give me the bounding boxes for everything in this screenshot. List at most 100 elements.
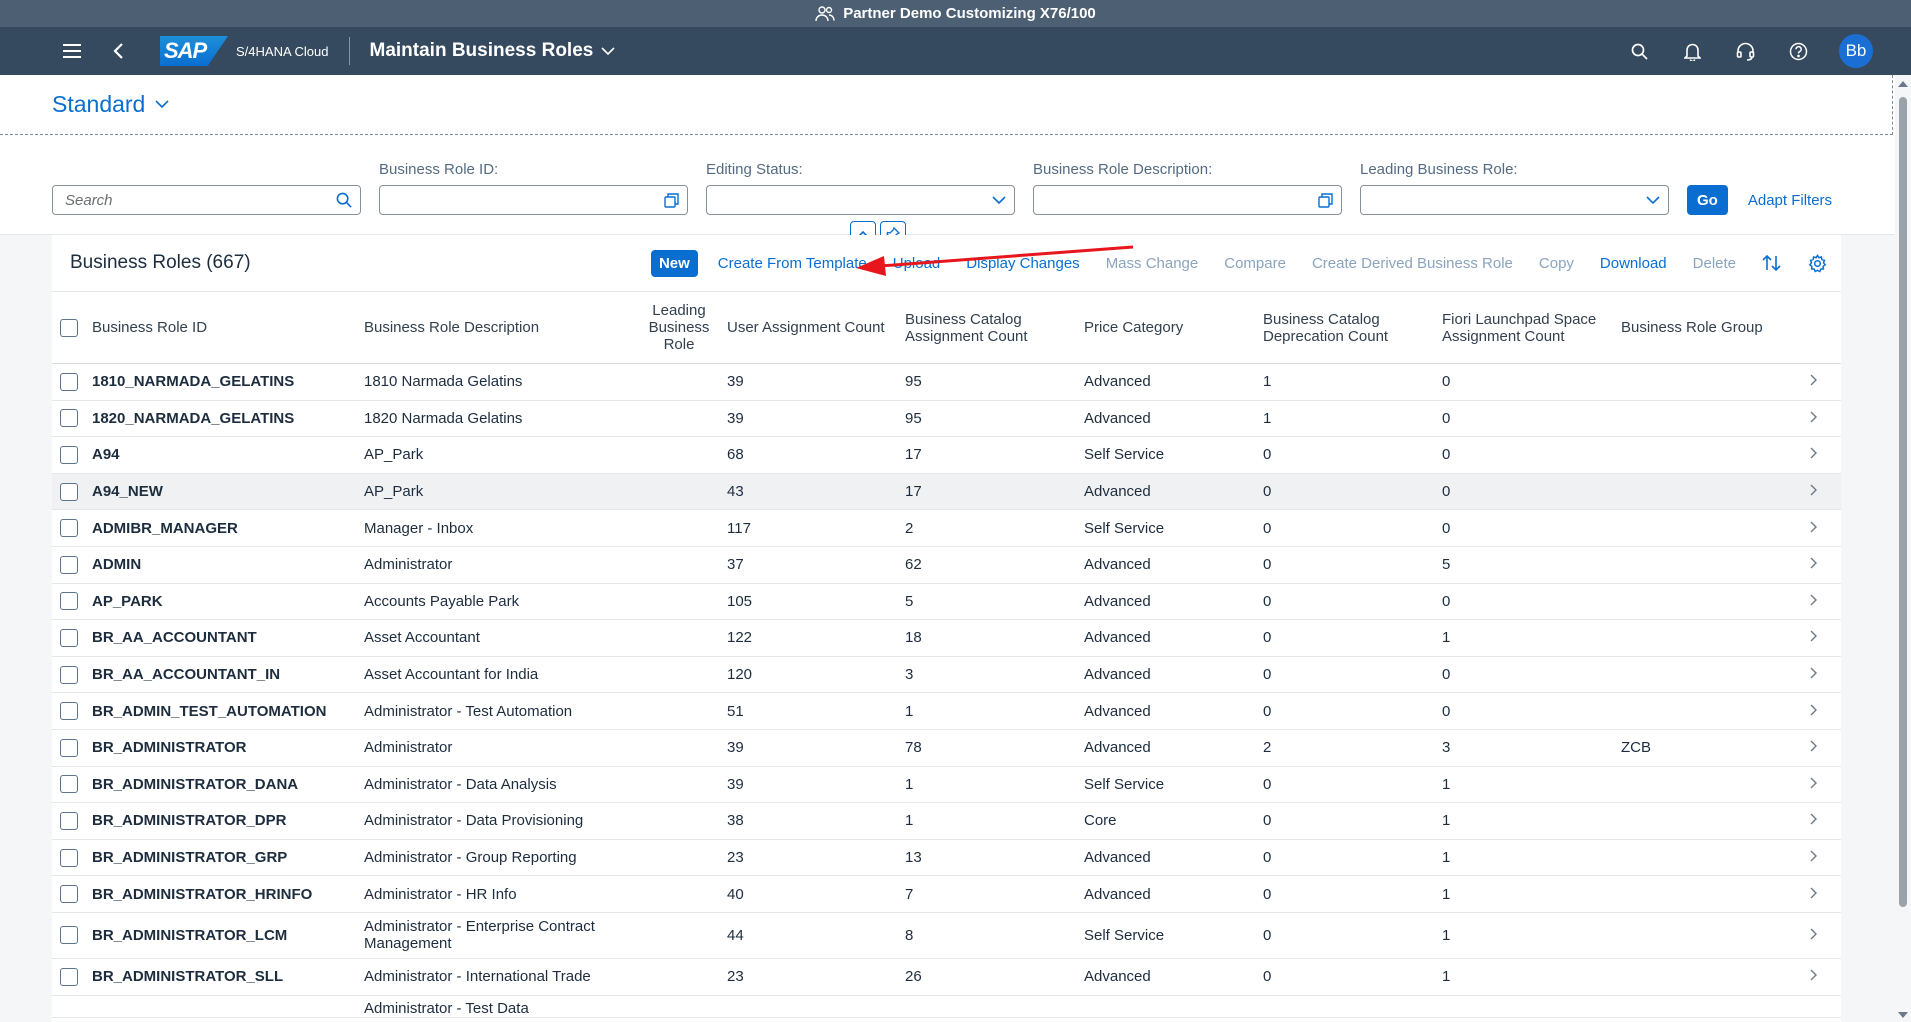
chevron-right-icon[interactable] — [1810, 850, 1818, 862]
row-navigation-cell[interactable] — [1793, 876, 1841, 913]
search-input[interactable]: Search — [52, 185, 361, 215]
table-row[interactable]: ADMIN Administrator 37 62 Advanced 0 5 — [52, 546, 1841, 584]
scroll-up-icon[interactable] — [1898, 81, 1908, 87]
row-checkbox[interactable] — [60, 409, 78, 428]
variant-selector[interactable]: Standard — [0, 75, 1893, 135]
copy-button[interactable]: Copy — [1539, 255, 1574, 272]
chevron-right-icon[interactable] — [1810, 887, 1818, 899]
chevron-right-icon[interactable] — [1810, 484, 1818, 496]
editing-status-select[interactable] — [706, 185, 1015, 215]
row-navigation-cell[interactable] — [1793, 803, 1841, 840]
description-input[interactable] — [1033, 185, 1342, 215]
table-row[interactable]: BR_AA_ACCOUNTANT_IN Asset Accountant for … — [52, 656, 1841, 693]
row-checkbox[interactable] — [60, 665, 78, 684]
cell-business-role-id[interactable]: 1810_NARMADA_GELATINS — [92, 364, 364, 401]
row-checkbox[interactable] — [60, 967, 78, 986]
table-row[interactable]: BR_ADMIN_TEST_AUTOMATION Administrator - … — [52, 693, 1841, 730]
row-checkbox[interactable] — [60, 482, 78, 501]
chevron-right-icon[interactable] — [1810, 813, 1818, 825]
row-navigation-cell[interactable] — [1793, 656, 1841, 693]
table-row[interactable]: 1820_NARMADA_GELATINS 1820 Narmada Gelati… — [52, 400, 1841, 437]
bell-icon[interactable] — [1680, 39, 1704, 63]
row-navigation-cell[interactable] — [1793, 766, 1841, 803]
chevron-right-icon[interactable] — [1810, 374, 1818, 386]
table-row[interactable]: BR_AA_ACCOUNTANT Asset Accountant 122 18 Adv… — [52, 620, 1841, 657]
cell-business-role-id[interactable]: BR_ADMINISTRATOR_GRP — [92, 839, 364, 876]
chevron-right-icon[interactable] — [1810, 969, 1818, 981]
table-row[interactable]: A94_NEW AP_Park 43 17 Advanced 0 0 — [52, 473, 1841, 510]
cell-business-role-id[interactable]: AP_PARK — [92, 583, 364, 620]
search-icon[interactable] — [336, 192, 352, 208]
cell-business-role-id[interactable]: BR_ADMINISTRATOR_SLL — [92, 958, 364, 995]
chevron-right-icon[interactable] — [1810, 740, 1818, 752]
scroll-down-icon[interactable] — [1898, 1012, 1908, 1018]
row-navigation-cell[interactable] — [1793, 364, 1841, 401]
row-navigation-cell[interactable] — [1793, 839, 1841, 876]
col-space-assignment-count[interactable]: Fiori Launchpad Space Assignment Count — [1442, 292, 1621, 364]
adapt-filters-button[interactable]: Adapt Filters — [1748, 185, 1832, 215]
compare-button[interactable]: Compare — [1224, 255, 1286, 272]
row-checkbox[interactable] — [60, 848, 78, 867]
col-deprecation-count[interactable]: Business Catalog Deprecation Count — [1263, 292, 1442, 364]
settings-icon[interactable] — [1808, 253, 1827, 273]
chevron-right-icon[interactable] — [1810, 447, 1818, 459]
cell-business-role-id[interactable]: BR_ADMINISTRATOR_DPR — [92, 803, 364, 840]
user-avatar[interactable]: Bb — [1839, 34, 1873, 68]
leading-role-select[interactable] — [1360, 185, 1669, 215]
chevron-right-icon[interactable] — [1810, 521, 1818, 533]
row-checkbox[interactable] — [60, 445, 78, 464]
row-navigation-cell[interactable] — [1793, 437, 1841, 474]
chevron-right-icon[interactable] — [1810, 777, 1818, 789]
col-user-assignment-count[interactable]: User Assignment Count — [727, 292, 905, 364]
col-business-role-group[interactable]: Business Role Group — [1621, 292, 1793, 364]
cell-business-role-id[interactable]: BR_AA_ACCOUNTANT — [92, 620, 364, 657]
table-row[interactable]: ADMIBR_MANAGER Manager - Inbox 117 2 Self Se… — [52, 510, 1841, 547]
chevron-right-icon[interactable] — [1810, 411, 1818, 423]
cell-business-role-id[interactable]: BR_AA_ACCOUNTANT_IN — [92, 656, 364, 693]
value-help-icon[interactable] — [664, 192, 679, 208]
row-navigation-cell[interactable] — [1793, 620, 1841, 657]
cell-business-role-id[interactable]: ADMIN — [92, 546, 364, 583]
col-business-role-id[interactable]: Business Role ID — [92, 292, 364, 364]
row-checkbox[interactable] — [60, 372, 78, 391]
col-catalog-assignment-count[interactable]: Business Catalog Assignment Count — [905, 292, 1084, 364]
chevron-right-icon[interactable] — [1810, 557, 1818, 569]
app-title-menu[interactable]: Maintain Business Roles — [370, 40, 616, 62]
row-navigation-cell[interactable] — [1793, 693, 1841, 730]
cell-business-role-id[interactable]: BR_ADMINISTRATOR — [92, 729, 364, 766]
row-checkbox[interactable] — [60, 775, 78, 794]
table-row[interactable]: BR_ADMINISTRATOR Administrator 39 78 Advance… — [52, 729, 1841, 767]
row-checkbox[interactable] — [60, 592, 78, 611]
row-navigation-cell[interactable] — [1793, 510, 1841, 547]
row-checkbox[interactable] — [60, 702, 78, 721]
mass-change-button[interactable]: Mass Change — [1106, 255, 1199, 272]
create-from-template-button[interactable]: Create From Template — [718, 255, 867, 272]
chevron-right-icon[interactable] — [1810, 594, 1818, 606]
row-navigation-cell[interactable] — [1793, 400, 1841, 437]
value-help-icon[interactable] — [1318, 192, 1333, 208]
headset-icon[interactable] — [1733, 39, 1757, 63]
cell-business-role-id[interactable]: ADMIBR_MANAGER — [92, 510, 364, 547]
table-row[interactable]: BR_ADMINISTRATOR_GRP Administrator - Grou… — [52, 839, 1841, 876]
go-button[interactable]: Go — [1687, 185, 1728, 215]
row-navigation-cell[interactable] — [1793, 546, 1841, 583]
sort-icon[interactable] — [1762, 254, 1782, 272]
delete-button[interactable]: Delete — [1693, 255, 1736, 272]
row-navigation-cell[interactable] — [1793, 729, 1841, 766]
row-checkbox[interactable] — [60, 926, 78, 945]
cell-business-role-id[interactable]: BR_ADMIN_TEST_AUTOMATION — [92, 693, 364, 730]
select-all-checkbox[interactable] — [60, 318, 78, 337]
table-row[interactable]: AP_PARK Accounts Payable Park 105 5 Advanced… — [52, 583, 1841, 620]
table-row[interactable]: BR_ADMINISTRATOR_HRINFO Administrator - H… — [52, 876, 1841, 913]
cell-business-role-id[interactable]: BR_ADMINISTRATOR_HRINFO — [92, 876, 364, 913]
chevron-right-icon[interactable] — [1810, 667, 1818, 679]
menu-icon[interactable] — [60, 39, 84, 63]
chevron-right-icon[interactable] — [1810, 704, 1818, 716]
sap-logo[interactable]: SAP — [160, 36, 228, 66]
col-price-category[interactable]: Price Category — [1084, 292, 1263, 364]
row-checkbox[interactable] — [60, 811, 78, 830]
business-role-id-input[interactable] — [379, 185, 688, 215]
cell-business-role-id[interactable]: A94_NEW — [92, 473, 364, 510]
chevron-right-icon[interactable] — [1810, 630, 1818, 642]
table-row[interactable]: BR_ADMINISTRATOR_DANA Administrator - Dat… — [52, 766, 1841, 803]
